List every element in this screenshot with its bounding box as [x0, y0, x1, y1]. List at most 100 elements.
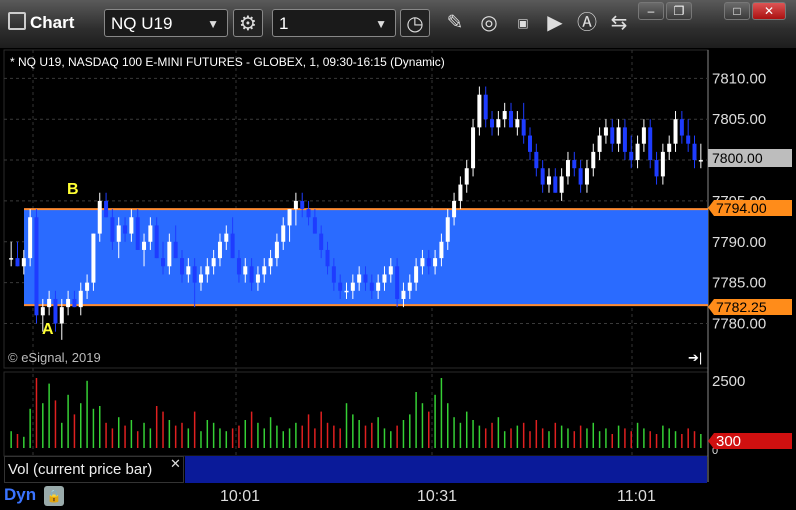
candle-body [426, 258, 431, 267]
time-button[interactable]: ◷ [400, 9, 430, 37]
candle-body [319, 233, 324, 250]
time-label: 10:31 [417, 488, 458, 505]
candle-body [622, 127, 627, 152]
copyright: © eSignal, 2019 [8, 350, 101, 365]
minimize-button[interactable]: – [638, 2, 664, 20]
candle-body [249, 266, 254, 283]
candle-body [357, 274, 362, 283]
candle-body [559, 176, 564, 193]
candle-body [439, 241, 444, 259]
price-box-lower-text: 7782.25 [716, 299, 767, 315]
close-button[interactable]: ✕ [752, 2, 786, 20]
candle-body [420, 258, 425, 267]
candle-body [597, 135, 602, 152]
volume-study-label[interactable]: Vol (current price bar) [8, 461, 152, 478]
price-tick-label: 7805.00 [712, 111, 766, 128]
candle-body [686, 135, 691, 144]
candle-body [591, 151, 596, 169]
candle-body [528, 135, 532, 152]
settings-button[interactable]: ⚙ [233, 9, 263, 37]
get-data-button[interactable]: ▣ [508, 9, 538, 37]
candle-body [78, 290, 83, 308]
candle-body [293, 200, 298, 210]
price-tick-label: 7810.00 [712, 70, 766, 87]
candle-body [116, 225, 121, 242]
candle-body [464, 168, 469, 185]
candle-body [546, 176, 551, 185]
lock-icon[interactable]: 🔒 [44, 486, 64, 506]
candle-body [161, 258, 166, 267]
candle-body [363, 274, 368, 283]
vol-axis-top: 2500 [712, 373, 745, 390]
alert-icon: Ⓐ [577, 12, 597, 34]
chart-window-icon [8, 12, 26, 30]
title-bar[interactable]: Chart NQ U19 ▼ ⚙ 1 ▼ ◷ ✎ ◎ ▣ ▶ Ⓐ ⇆ – ❐ □… [0, 0, 796, 49]
candle-body [192, 266, 197, 283]
symbol-selector[interactable]: NQ U19 ▼ [104, 9, 228, 37]
candle-body [572, 160, 577, 169]
candle-body [565, 160, 570, 177]
candle-body [59, 307, 64, 324]
candle-body [673, 119, 678, 144]
price-box-upper: 7794.00 [708, 200, 792, 216]
candle-body [300, 200, 305, 210]
price-box-current-text: 7800.00 [712, 150, 763, 166]
interval-selector[interactable]: 1 ▼ [272, 9, 396, 37]
candle-body [180, 258, 184, 275]
candle-body [40, 307, 45, 316]
candle-body [382, 274, 387, 283]
candle-body [9, 258, 14, 260]
studies-button[interactable]: ◎ [474, 9, 504, 37]
candle-body [692, 143, 697, 161]
scroll-to-end-icon[interactable]: ➔| [688, 350, 702, 365]
study-icon: ◎ [480, 12, 498, 34]
dynamic-label[interactable]: Dyn [4, 485, 36, 505]
close-study-icon[interactable]: ✕ [170, 456, 181, 472]
candle-body [534, 151, 539, 169]
candle-body [287, 209, 292, 226]
link-button[interactable]: ⇆ [604, 9, 634, 37]
candle-body [331, 266, 336, 283]
symbol-value: NQ U19 [111, 14, 173, 33]
candle-body [274, 241, 279, 259]
play-button[interactable]: ▶ [540, 9, 570, 37]
price-chart[interactable]: 7780.007785.007790.007795.007800.007805.… [0, 48, 796, 510]
candle-body [458, 184, 463, 201]
candle-body [85, 282, 90, 291]
clock-icon: ◷ [406, 13, 424, 35]
candle-body [167, 241, 172, 267]
candle-body [135, 217, 140, 250]
gear-icon: ⚙ [239, 13, 257, 35]
chevron-down-icon: ▼ [207, 17, 219, 31]
candle-body [414, 266, 419, 283]
candle-body [281, 225, 286, 242]
candle-body [198, 274, 203, 283]
candle-body [154, 225, 159, 259]
restore-icon: ❐ [673, 4, 685, 18]
candle-body [388, 266, 393, 275]
range-band [24, 209, 708, 306]
candle-body [110, 217, 115, 242]
price-box-current: 7800.00 [708, 149, 792, 167]
chart-header: * NQ U19, NASDAQ 100 E-MINI FUTURES - GL… [10, 55, 445, 69]
play-icon: ▶ [547, 12, 563, 34]
chevron-down-icon: ▼ [375, 17, 387, 31]
candle-body [629, 151, 634, 161]
volume-label-strip [185, 456, 707, 483]
candle-body [477, 94, 482, 128]
candle-body [407, 282, 412, 291]
maximize-button[interactable]: □ [724, 2, 750, 20]
candle-body [91, 233, 96, 283]
candle-body [344, 290, 349, 293]
candle-body [641, 127, 646, 144]
alert-button[interactable]: Ⓐ [572, 9, 602, 37]
candle-body [236, 258, 241, 275]
minimize-icon: – [647, 4, 655, 18]
draw-tool-button[interactable]: ✎ [440, 9, 470, 37]
window-title: Chart [8, 12, 74, 33]
restore-button[interactable]: ❐ [666, 2, 692, 20]
candle-body [660, 151, 665, 177]
candle-body [515, 119, 520, 128]
candle-body [584, 168, 589, 185]
get-icon: ▣ [517, 16, 529, 30]
